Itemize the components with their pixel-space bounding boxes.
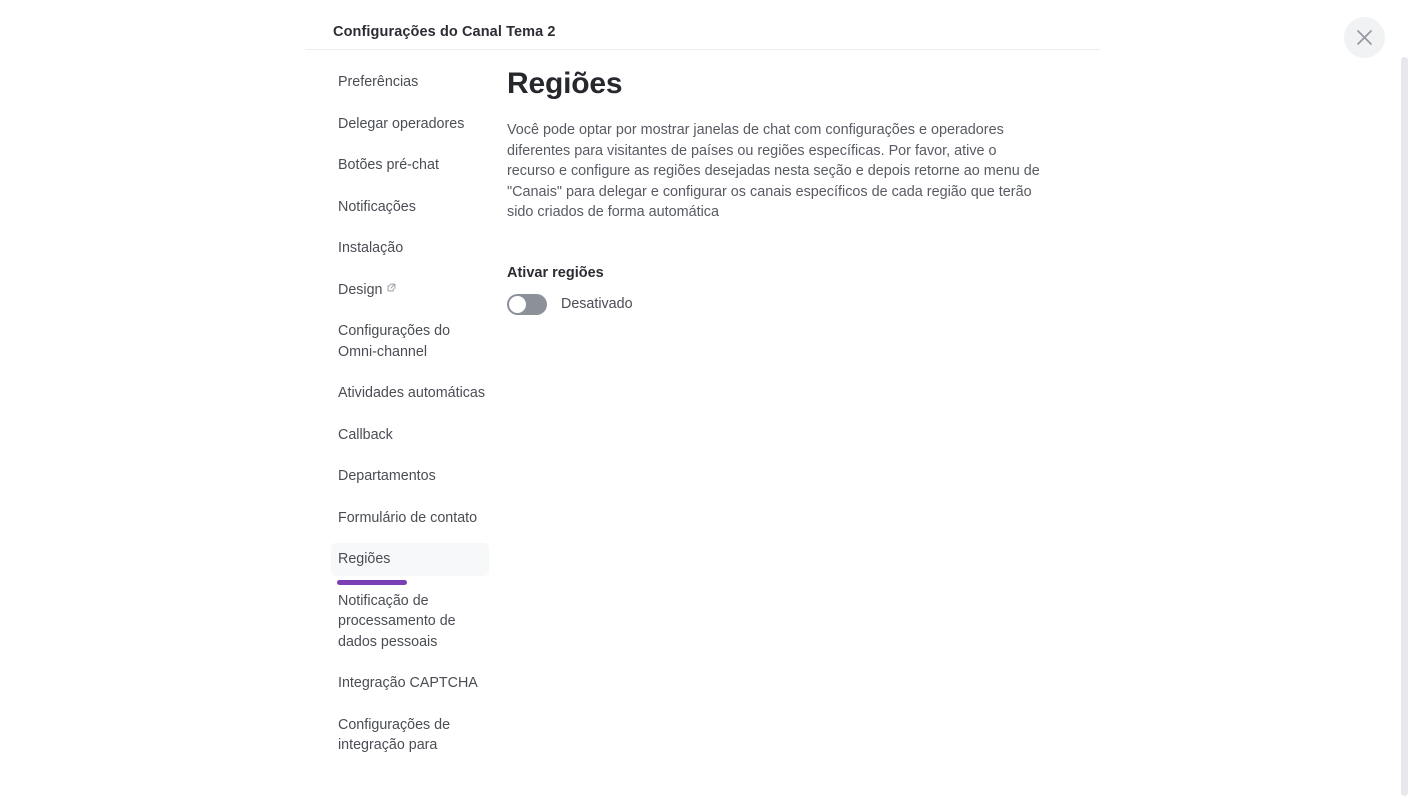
sidebar-item-label: Notificação de processamento de dados pe… xyxy=(338,592,456,650)
sidebar-item-botoes-pre-chat[interactable]: Botões pré-chat xyxy=(331,149,498,182)
sidebar-item-instalacao[interactable]: Instalação xyxy=(331,232,498,265)
sidebar-item-configuracoes-omni-channel[interactable]: Configurações do Omni-channel xyxy=(331,315,498,368)
content-heading: Regiões xyxy=(507,67,623,100)
content-description: Você pode optar por mostrar janelas de c… xyxy=(507,122,1040,221)
enable-regions-row: Desativado xyxy=(507,293,1067,315)
sidebar-item-label: Configurações do Omni-channel xyxy=(338,323,451,360)
sidebar-item-preferencias[interactable]: Preferências xyxy=(331,66,498,99)
enable-regions-section: Ativar regiões Desativado xyxy=(507,265,1067,315)
sidebar-item-label: Formulário de contato xyxy=(338,509,478,526)
sidebar-item-delegar-operadores[interactable]: Delegar operadores xyxy=(331,108,498,141)
settings-content: Regiões Você pode optar por mostrar jane… xyxy=(507,66,1067,315)
app-root: Configurações do Canal Tema 2 Preferênci… xyxy=(0,0,1412,796)
sidebar-item-design[interactable]: Design xyxy=(331,274,498,307)
sidebar-item-configuracoes-de-integracao[interactable]: Configurações de integração para xyxy=(331,709,498,762)
page-scrollbar[interactable] xyxy=(1401,57,1408,796)
sidebar-item-label: Departamentos xyxy=(338,468,436,484)
sidebar-item-label: Callback xyxy=(338,426,393,443)
sidebar-item-notificacoes[interactable]: Notificações xyxy=(331,191,498,224)
sidebar-item-label: Design xyxy=(338,281,383,298)
sidebar-item-callback[interactable]: Callback xyxy=(331,419,498,452)
page-title: Configurações do Canal Tema 2 xyxy=(333,24,556,40)
settings-panel: Configurações do Canal Tema 2 Preferênci… xyxy=(305,0,1100,796)
sidebar-item-integracao-captcha[interactable]: Integração CAPTCHA xyxy=(331,667,498,700)
settings-sidebar: Preferências Delegar operadores Botões p… xyxy=(331,66,501,771)
panel-header: Configurações do Canal Tema 2 xyxy=(305,0,1100,50)
sidebar-item-label: Integração CAPTCHA xyxy=(338,675,478,691)
sidebar-item-label: Notificações xyxy=(338,198,416,215)
sidebar-item-atividades-automaticas[interactable]: Atividades automáticas xyxy=(331,377,498,410)
enable-regions-heading: Ativar regiões xyxy=(507,264,604,281)
sidebar-item-label: Preferências xyxy=(338,74,419,90)
sidebar-item-departamentos[interactable]: Departamentos xyxy=(331,460,498,493)
sidebar-item-label: Botões pré-chat xyxy=(338,157,439,173)
close-icon xyxy=(1356,29,1373,46)
external-link-icon xyxy=(387,283,396,292)
sidebar-item-label: Configurações de integração para xyxy=(338,716,451,754)
close-button[interactable] xyxy=(1344,17,1385,58)
active-indicator xyxy=(337,579,407,585)
sidebar-item-label: Instalação xyxy=(338,240,404,256)
toggle-state-label: Desativado xyxy=(561,296,633,313)
sidebar-item-formulario-de-contato[interactable]: Formulário de contato xyxy=(331,502,498,535)
toggle-knob xyxy=(509,295,526,313)
enable-regions-toggle[interactable] xyxy=(507,293,547,315)
sidebar-item-regioes[interactable]: Regiões xyxy=(331,543,489,585)
sidebar-item-notificacao-dados-pessoais[interactable]: Notificação de processamento de dados pe… xyxy=(331,585,498,659)
sidebar-item-label: Delegar operadores xyxy=(338,115,465,132)
sidebar-item-label: Atividades automáticas xyxy=(338,385,486,401)
sidebar-item-label: Regiões xyxy=(338,551,391,567)
